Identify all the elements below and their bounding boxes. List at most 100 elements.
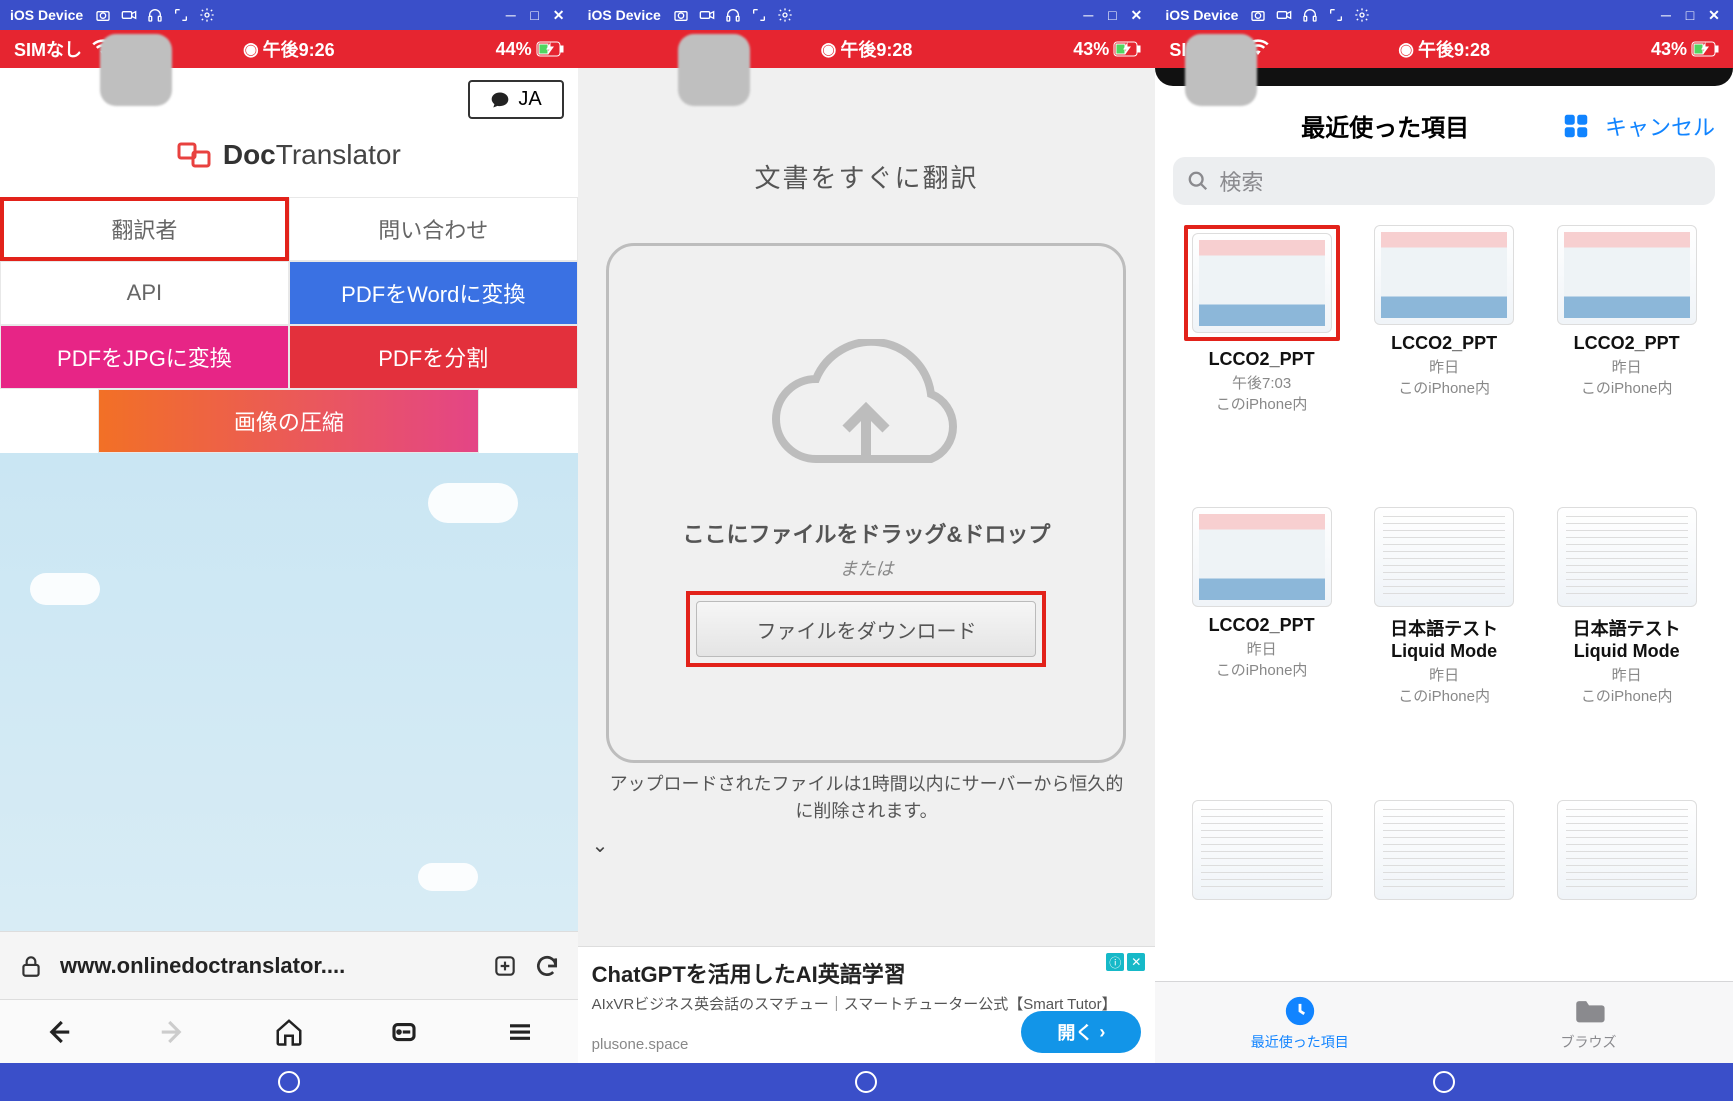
file-name: 日本語テスト bbox=[1573, 615, 1681, 641]
header-row: JA bbox=[0, 68, 578, 119]
nav-pdf-split[interactable]: PDFを分割 bbox=[289, 325, 578, 389]
file-location: このiPhone内 bbox=[1216, 393, 1308, 414]
files-picker: 最近使った項目 キャンセル 検索 LCCO2_PPT 午後7:03 このiPho… bbox=[1155, 78, 1733, 1063]
camera-icon[interactable] bbox=[1250, 7, 1266, 23]
status-time: ◉ 午後9:28 bbox=[821, 36, 913, 62]
file-name: LCCO2_PPT bbox=[1574, 333, 1680, 354]
tab-recent[interactable]: 最近使った項目 bbox=[1155, 982, 1444, 1063]
tab-browse[interactable]: ブラウズ bbox=[1444, 982, 1733, 1063]
file-location: このiPhone内 bbox=[1216, 659, 1308, 680]
upload-page: 文書をすぐに翻訳 ここにファイルをドラッグ&ドロップ または ファイルをダウンロ… bbox=[578, 68, 1156, 946]
file-location: このiPhone内 bbox=[1581, 685, 1673, 706]
chat-icon bbox=[490, 90, 510, 110]
chevron-down-icon[interactable]: ⌄ bbox=[592, 833, 609, 858]
reload-icon[interactable] bbox=[534, 953, 560, 979]
dropzone[interactable]: ここにファイルをドラッグ&ドロップ または ファイルをダウンロード bbox=[606, 243, 1126, 763]
window-bar: iOS Device ─ □ ✕ bbox=[578, 0, 1156, 30]
ad-open-button[interactable]: 開く › bbox=[1021, 1011, 1141, 1053]
file-item[interactable] bbox=[1542, 800, 1711, 981]
expand-icon[interactable] bbox=[173, 7, 189, 23]
gear-icon[interactable] bbox=[1354, 7, 1370, 23]
file-item[interactable]: LCCO2_PPT 昨日 このiPhone内 bbox=[1360, 225, 1529, 485]
status-battery: 43% bbox=[1073, 39, 1141, 60]
home-icon[interactable] bbox=[274, 1017, 304, 1047]
gear-icon[interactable] bbox=[777, 7, 793, 23]
headphones-icon[interactable] bbox=[147, 7, 163, 23]
file-item[interactable]: 日本語テスト Liquid Mode 昨日 このiPhone内 bbox=[1360, 507, 1529, 777]
nav-translator[interactable]: 翻訳者 bbox=[0, 197, 289, 261]
window-bar: iOS Device ─ □ ✕ bbox=[0, 0, 578, 30]
ad-banner[interactable]: ⓘ✕ ChatGPTを活用したAI英語学習 AIxVRビジネス英会話のスマチュー… bbox=[578, 946, 1156, 1063]
ad-headline: ChatGPTを活用したAI英語学習 bbox=[592, 957, 1142, 989]
file-item[interactable] bbox=[1177, 800, 1346, 981]
grid-view-icon[interactable] bbox=[1561, 111, 1591, 141]
file-subtitle: Liquid Mode bbox=[1574, 641, 1680, 662]
file-time: 昨日 bbox=[1429, 356, 1459, 377]
maximize-button[interactable]: □ bbox=[1103, 7, 1121, 24]
plus-icon[interactable] bbox=[492, 953, 518, 979]
file-item[interactable] bbox=[1360, 800, 1529, 981]
file-location: このiPhone内 bbox=[1581, 377, 1673, 398]
browser-bottom-bar bbox=[0, 999, 578, 1063]
home-button[interactable] bbox=[1433, 1071, 1455, 1093]
download-button[interactable]: ファイルをダウンロード bbox=[696, 601, 1036, 657]
close-button[interactable]: ✕ bbox=[1705, 7, 1723, 24]
app-icon bbox=[1185, 34, 1257, 106]
app-icon bbox=[678, 34, 750, 106]
cancel-button[interactable]: キャンセル bbox=[1605, 110, 1715, 142]
file-item[interactable]: 日本語テスト Liquid Mode 昨日 このiPhone内 bbox=[1542, 507, 1711, 777]
file-time: 昨日 bbox=[1429, 664, 1459, 685]
browser-content: JA DocTranslator 翻訳者 問い合わせ API PDFをWordに… bbox=[0, 68, 578, 1063]
maximize-button[interactable]: □ bbox=[1681, 7, 1699, 24]
close-button[interactable]: ✕ bbox=[1127, 7, 1145, 24]
file-location: このiPhone内 bbox=[1398, 377, 1490, 398]
back-icon[interactable] bbox=[43, 1017, 73, 1047]
minimize-button[interactable]: ─ bbox=[1657, 7, 1675, 24]
video-icon[interactable] bbox=[1276, 7, 1292, 23]
expand-icon[interactable] bbox=[751, 7, 767, 23]
logo: DocTranslator bbox=[0, 119, 578, 197]
ios-status-bar: ◉ 午後9:28 43% bbox=[578, 30, 1156, 68]
tabs-icon[interactable] bbox=[389, 1017, 419, 1047]
cloud-upload-icon bbox=[756, 339, 976, 489]
nav-compress[interactable]: 画像の圧縮 bbox=[98, 389, 479, 453]
home-button[interactable] bbox=[278, 1071, 300, 1093]
language-button[interactable]: JA bbox=[468, 80, 563, 119]
file-name: LCCO2_PPT bbox=[1209, 615, 1315, 636]
search-input[interactable]: 検索 bbox=[1173, 157, 1715, 205]
maximize-button[interactable]: □ bbox=[526, 7, 544, 24]
search-placeholder: 検索 bbox=[1219, 165, 1263, 197]
url-bar[interactable]: www.onlinedoctranslator.... bbox=[0, 931, 578, 999]
menu-icon[interactable] bbox=[505, 1017, 535, 1047]
headphones-icon[interactable] bbox=[1302, 7, 1318, 23]
ad-badge[interactable]: ⓘ✕ bbox=[1106, 953, 1145, 971]
video-icon[interactable] bbox=[699, 7, 715, 23]
android-nav bbox=[0, 1063, 578, 1101]
file-item[interactable]: LCCO2_PPT 昨日 このiPhone内 bbox=[1542, 225, 1711, 485]
logo-icon bbox=[177, 140, 213, 170]
file-time: 午後7:03 bbox=[1232, 372, 1291, 393]
file-item[interactable]: LCCO2_PPT 午後7:03 このiPhone内 bbox=[1177, 225, 1346, 485]
android-nav bbox=[1155, 1063, 1733, 1101]
nav-api[interactable]: API bbox=[0, 261, 289, 325]
file-name: 日本語テスト bbox=[1390, 615, 1498, 641]
home-button[interactable] bbox=[855, 1071, 877, 1093]
nav-pdf-jpg[interactable]: PDFをJPGに変換 bbox=[0, 325, 289, 389]
search-icon bbox=[1187, 170, 1209, 192]
gear-icon[interactable] bbox=[199, 7, 215, 23]
camera-icon[interactable] bbox=[673, 7, 689, 23]
upload-note: アップロードされたファイルは1時間以内にサーバーから恒久的に削除されます。 bbox=[578, 763, 1156, 833]
expand-icon[interactable] bbox=[1328, 7, 1344, 23]
file-item[interactable]: LCCO2_PPT 昨日 このiPhone内 bbox=[1177, 507, 1346, 777]
video-icon[interactable] bbox=[121, 7, 137, 23]
headphones-icon[interactable] bbox=[725, 7, 741, 23]
nav-pdf-word[interactable]: PDFをWordに変換 bbox=[289, 261, 578, 325]
file-time: 昨日 bbox=[1612, 664, 1642, 685]
close-button[interactable]: ✕ bbox=[550, 7, 568, 24]
camera-icon[interactable] bbox=[95, 7, 111, 23]
nav-contact[interactable]: 問い合わせ bbox=[289, 197, 578, 261]
minimize-button[interactable]: ─ bbox=[1079, 7, 1097, 24]
minimize-button[interactable]: ─ bbox=[502, 7, 520, 24]
sim-label: SIMなし bbox=[14, 36, 82, 62]
window-bar: iOS Device ─ □ ✕ bbox=[1155, 0, 1733, 30]
